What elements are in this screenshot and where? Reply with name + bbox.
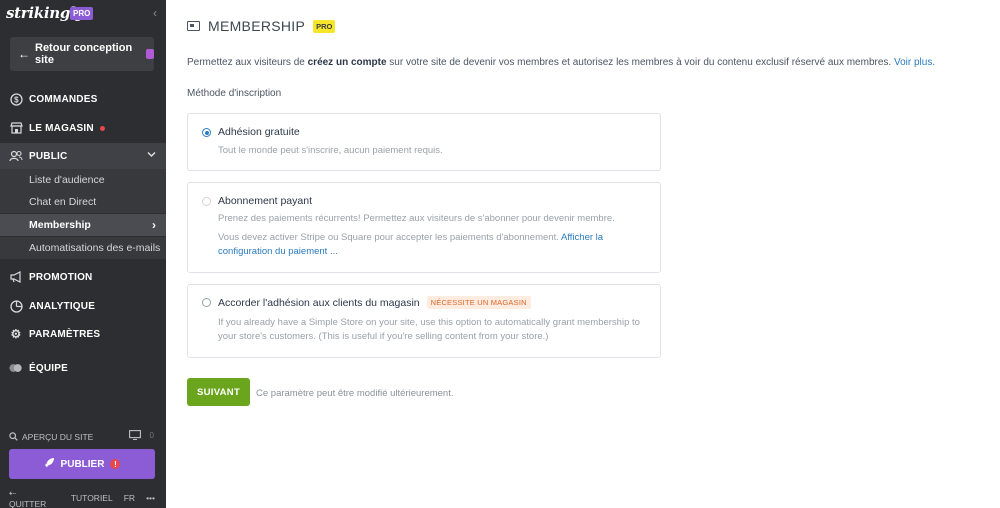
dollar-icon: $	[9, 92, 23, 106]
sidebar-item-team[interactable]: ÉQUIPE	[0, 355, 166, 381]
option-title-row: Accorder l'adhésion aux clients du magas…	[218, 296, 531, 309]
alert-icon: !	[110, 459, 121, 469]
option-store-customers[interactable]: Accorder l'adhésion aux clients du magas…	[187, 284, 661, 358]
sidebar-item-analytics[interactable]: ANALYTIQUE	[0, 293, 166, 319]
main-content: MEMBERSHIP PRO Permettez aux visiteurs d…	[166, 0, 1000, 508]
free-membership-radio[interactable]	[202, 128, 211, 137]
site-preview-row[interactable]: APERÇU DU SITE 0	[9, 430, 157, 444]
option-title: Accorder l'adhésion aux clients du magas…	[218, 296, 420, 309]
pie-chart-icon	[9, 299, 23, 313]
learn-more-link[interactable]: Voir plus.	[894, 57, 935, 68]
megaphone-icon	[9, 270, 23, 284]
sidebar-item-orders[interactable]: $ COMMANDES	[0, 86, 166, 112]
next-note: Ce paramètre peut être modifié ultérieur…	[256, 388, 454, 399]
search-icon	[9, 431, 18, 443]
sidebar-item-label: ÉQUIPE	[29, 362, 68, 374]
sidebar-subitem-membership[interactable]: Membership ›	[0, 214, 166, 236]
sidebar-subitem-label: Liste d'audience	[29, 174, 105, 186]
sidebar-item-promotion[interactable]: PROMOTION	[0, 264, 166, 290]
more-options-icon[interactable]: •••	[146, 493, 155, 503]
svg-text:$: $	[14, 95, 19, 104]
page-title: MEMBERSHIP	[208, 18, 306, 34]
publish-label: PUBLIER	[60, 458, 105, 470]
language-selector[interactable]: FR	[124, 493, 135, 503]
chevron-right-icon: ›	[152, 218, 156, 232]
payment-required-text: Vous devez activer Stripe ou Square pour…	[218, 232, 561, 243]
quit-label: QUITTER	[9, 498, 47, 508]
option-description: Tout le monde peut s'inscrire, aucun pai…	[218, 145, 443, 156]
chevron-down-icon	[147, 149, 156, 161]
sidebar: strikingly PRO ‹ ← Retour conception sit…	[0, 0, 166, 508]
paid-subscription-radio[interactable]	[202, 197, 211, 206]
sidebar-item-label: PARAMÈTRES	[29, 328, 101, 340]
desc-bold-text: créez un compte	[307, 57, 387, 68]
sidebar-footer: ⇠ QUITTER TUTORIEL FR •••	[0, 488, 166, 508]
publish-button[interactable]: PUBLIER !	[9, 449, 155, 479]
back-to-design-label: Retour conception site	[35, 42, 133, 66]
sidebar-subitem-audience-list[interactable]: Liste d'audience	[0, 169, 166, 191]
sidebar-item-settings[interactable]: ⚙ PARAMÈTRES	[0, 321, 166, 347]
sidebar-item-label: ANALYTIQUE	[29, 300, 96, 312]
page-header: MEMBERSHIP PRO	[187, 18, 336, 34]
membership-description: Permettez aux visiteurs de créez un comp…	[187, 57, 987, 68]
sidebar-item-label: COMMANDES	[29, 93, 98, 105]
notification-dot	[99, 125, 105, 131]
sidebar-subitem-label: Automatisations des e-mails	[29, 242, 161, 254]
sidebar-subitem-live-chat[interactable]: Chat en Direct	[0, 191, 166, 213]
gear-icon: ⚙	[10, 327, 22, 341]
tutorial-link[interactable]: TUTORIEL	[71, 493, 113, 503]
sidebar-item-label: LE MAGASIN	[29, 122, 94, 134]
sidebar-header: strikingly PRO ‹	[0, 0, 166, 28]
sidebar-item-audience[interactable]: PUBLIC	[0, 143, 166, 169]
team-avatars-icon	[9, 361, 23, 375]
sidebar-item-label: PUBLIC	[29, 150, 68, 162]
sidebar-item-store[interactable]: LE MAGASIN	[0, 115, 166, 141]
back-to-design-button[interactable]: ← Retour conception site	[10, 37, 154, 71]
store-customers-radio[interactable]	[202, 298, 211, 307]
arrow-left-icon: ←	[18, 47, 30, 61]
membership-card-icon	[187, 21, 200, 31]
pro-badge: PRO	[70, 7, 94, 20]
requires-store-badge: NÉCESSITE UN MAGASIN	[426, 296, 531, 309]
sidebar-subitem-label: Membership	[29, 219, 91, 231]
option-description-payment: Vous devez activer Stripe ou Square pour…	[218, 231, 648, 259]
option-description: Prenez des paiements récurrents! Permett…	[218, 213, 615, 224]
site-preview-label: APERÇU DU SITE	[22, 432, 94, 442]
sidebar-subitem-email-automation[interactable]: Automatisations des e-mails	[0, 237, 166, 259]
quit-link[interactable]: ⇠ QUITTER	[9, 488, 60, 508]
users-icon	[9, 149, 23, 163]
sidebar-subitem-label: Chat en Direct	[29, 196, 97, 208]
next-button[interactable]: SUIVANT	[187, 378, 250, 406]
option-free-membership[interactable]: Adhésion gratuite Tout le monde peut s'i…	[187, 113, 661, 171]
chevron-left-icon[interactable]: ‹	[153, 6, 157, 20]
option-title: Abonnement payant	[218, 195, 312, 207]
option-title: Adhésion gratuite	[218, 126, 300, 138]
pro-badge: PRO	[313, 19, 336, 33]
arrow-left-icon: ⇠	[9, 487, 17, 498]
rocket-icon	[44, 457, 55, 471]
site-icon	[146, 49, 154, 59]
option-description: If you already have a Simple Store on yo…	[218, 317, 640, 342]
desc-text: Permettez aux visiteurs de	[187, 57, 308, 68]
sidebar-item-label: PROMOTION	[29, 271, 93, 283]
signup-method-label: Méthode d'inscription	[187, 88, 282, 99]
option-paid-subscription[interactable]: Abonnement payant Prenez des paiements r…	[187, 182, 661, 273]
store-icon	[9, 121, 23, 135]
desc-text: sur votre site de devenir vos membres et…	[386, 57, 894, 68]
preview-count: 0	[149, 431, 154, 440]
monitor-icon[interactable]	[129, 430, 141, 443]
